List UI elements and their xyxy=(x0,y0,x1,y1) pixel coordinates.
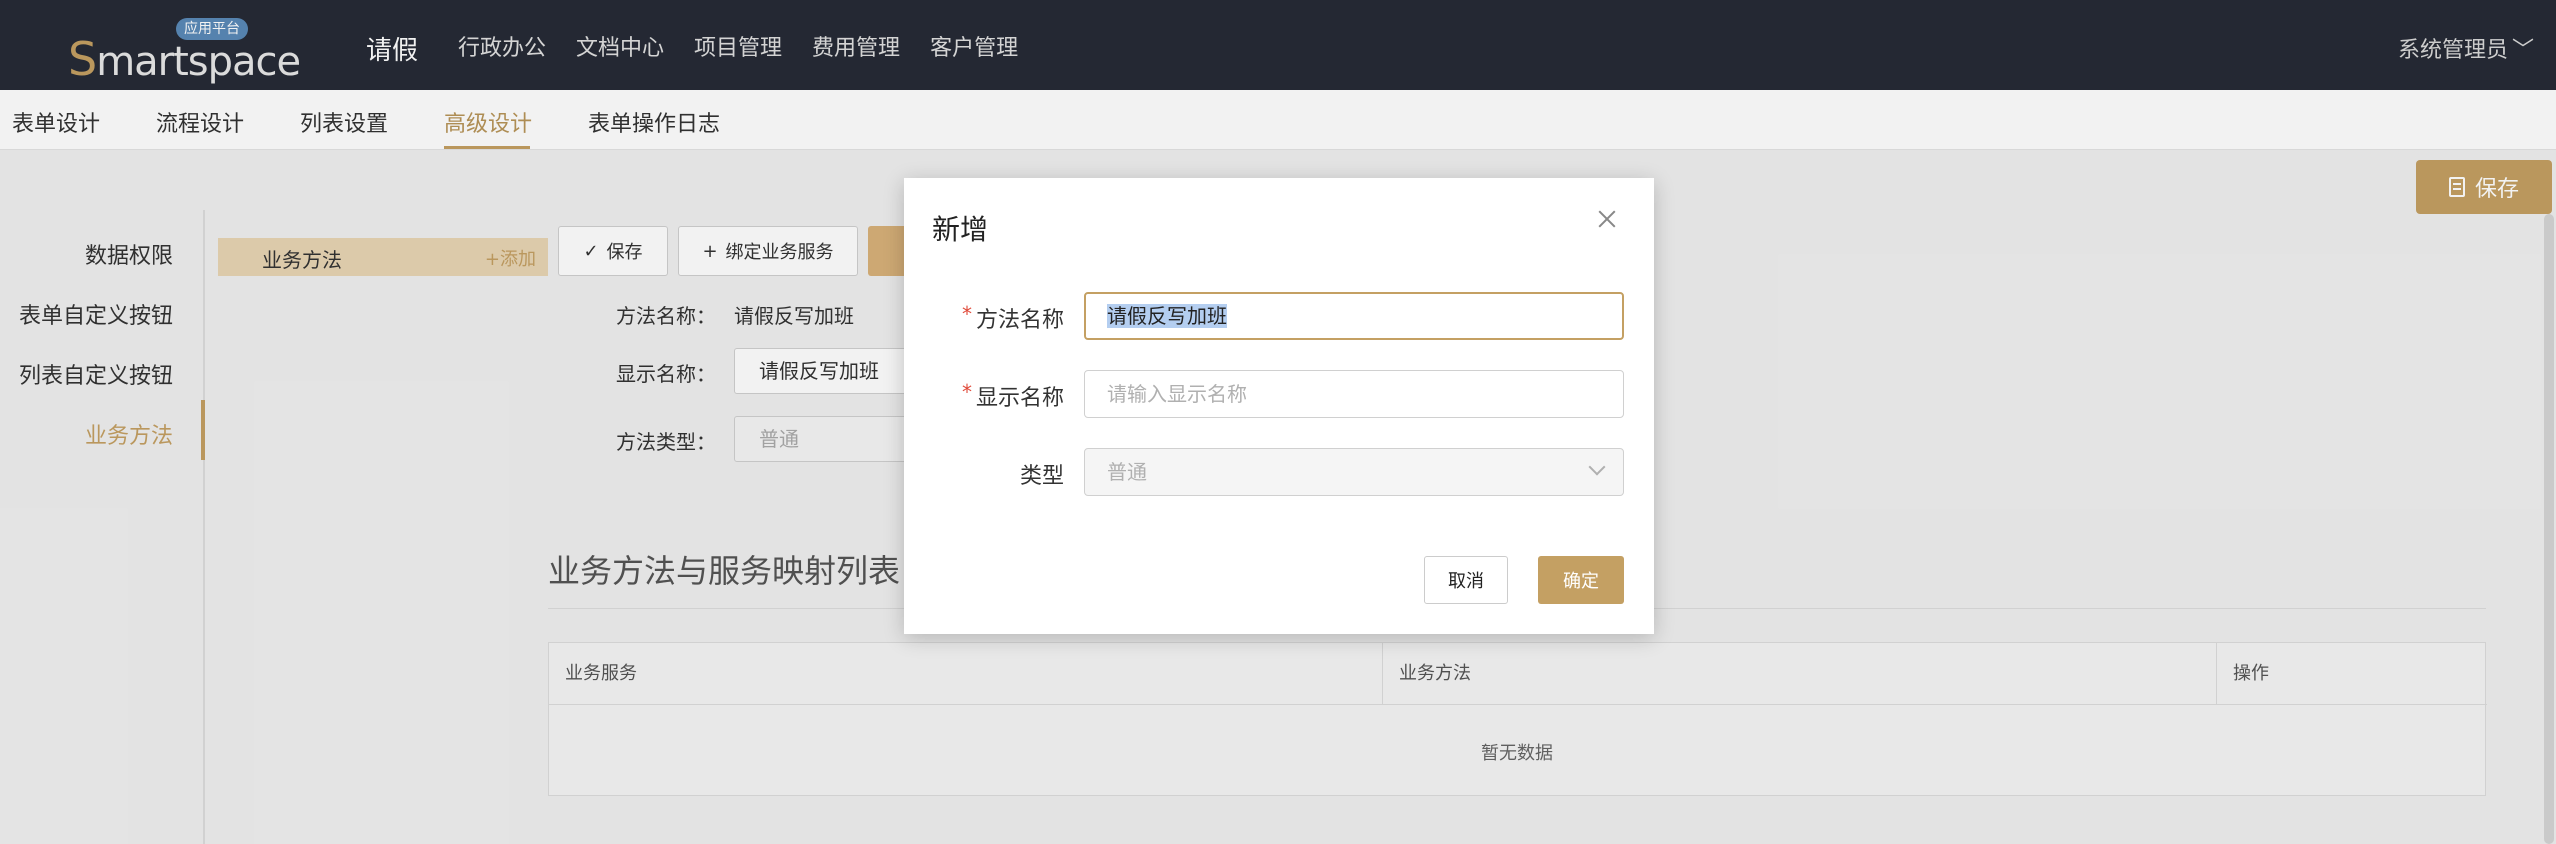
selected-text: 请假反写加班 xyxy=(1107,304,1227,328)
display-name-field[interactable]: 请输入显示名称 xyxy=(1084,370,1624,418)
confirm-button[interactable]: 确定 xyxy=(1538,556,1624,604)
display-name-field-label: * 显示名称 xyxy=(961,380,1064,411)
close-icon[interactable] xyxy=(1594,206,1620,232)
method-name-field-label: * 方法名称 xyxy=(961,302,1064,333)
type-select[interactable]: 普通 xyxy=(1084,448,1624,496)
dialog-title: 新增 xyxy=(932,213,989,246)
method-name-field[interactable]: 请假反写加班 xyxy=(1084,292,1624,340)
cancel-button[interactable]: 取消 xyxy=(1424,556,1508,604)
required-marker: * xyxy=(961,302,972,326)
type-select-value: 普通 xyxy=(1107,460,1147,484)
required-marker: * xyxy=(961,380,972,404)
add-method-dialog: 新增 * 方法名称 请假反写加班 * 显示名称 请输入显示名称 类型 普通 取消 确… xyxy=(904,178,1654,634)
chevron-down-icon xyxy=(1588,458,1606,476)
type-field-label: 类型 xyxy=(1019,464,1064,489)
